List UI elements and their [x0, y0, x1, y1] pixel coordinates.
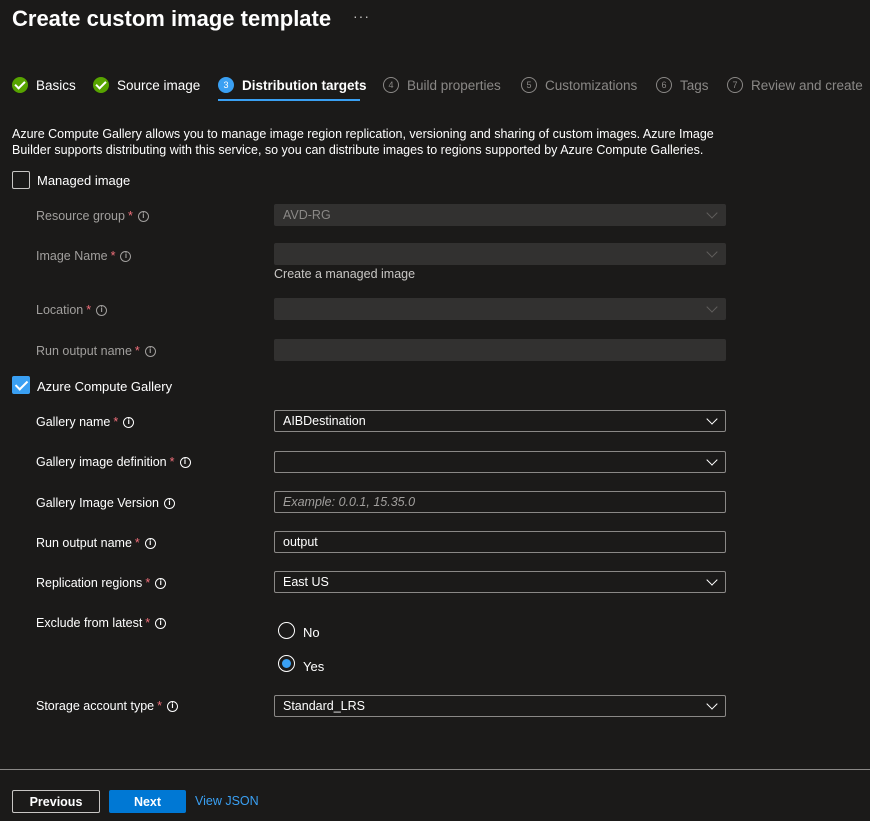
page-title: Create custom image template — [12, 6, 332, 31]
chevron-down-icon — [706, 207, 718, 219]
replication-regions-label: Replication regions * i — [36, 576, 167, 590]
exclude-no-label: No — [303, 625, 320, 640]
tab-label: Distribution targets — [242, 77, 367, 93]
checkmark-icon — [12, 77, 28, 93]
previous-button[interactable]: Previous — [12, 790, 100, 813]
step-number-icon: 3 — [218, 77, 234, 93]
managed-image-label: Managed image — [37, 173, 131, 188]
gallery-name-select[interactable]: AIBDestination — [274, 410, 726, 432]
resource-group-label: Resource group * i — [36, 209, 149, 223]
chevron-down-icon — [706, 574, 718, 586]
tab-customizations[interactable]: 5 Customizations — [521, 75, 637, 95]
info-icon[interactable]: i — [179, 456, 191, 468]
tab-review-and-create[interactable]: 7 Review and create — [727, 75, 863, 95]
tab-label: Basics — [36, 77, 76, 93]
footer-divider — [0, 769, 870, 770]
step-number-icon: 4 — [383, 77, 399, 93]
managed-image-checkbox[interactable] — [12, 171, 30, 189]
location-select — [274, 298, 726, 320]
exclude-yes-label: Yes — [303, 659, 325, 674]
chevron-down-icon — [706, 698, 718, 710]
gallery-image-version-input[interactable]: Example: 0.0.1, 15.35.0 — [274, 491, 726, 513]
info-icon[interactable]: i — [155, 577, 167, 589]
chevron-down-icon — [706, 413, 718, 425]
managed-run-output-name-input — [274, 339, 726, 361]
image-name-select — [274, 243, 726, 265]
info-icon[interactable]: i — [137, 210, 149, 222]
tab-label: Review and create — [751, 77, 863, 93]
info-icon[interactable]: i — [123, 416, 135, 428]
azure-compute-gallery-label: Azure Compute Gallery — [37, 379, 173, 394]
more-options-icon[interactable]: ··· — [353, 8, 370, 24]
info-icon[interactable]: i — [163, 497, 175, 509]
info-icon[interactable]: i — [155, 617, 167, 629]
resource-group-select: AVD-RG — [274, 204, 726, 226]
exclude-from-latest-label: Exclude from latest * i — [36, 616, 167, 630]
storage-account-type-label: Storage account type * i — [36, 699, 179, 713]
storage-account-type-select[interactable]: Standard_LRS — [274, 695, 726, 717]
next-button[interactable]: Next — [109, 790, 186, 813]
step-number-icon: 7 — [727, 77, 743, 93]
gallery-image-definition-label: Gallery image definition * i — [36, 455, 191, 469]
image-name-label: Image Name * i — [36, 249, 132, 263]
gallery-image-version-label: Gallery Image Version i — [36, 496, 175, 510]
view-json-link[interactable]: View JSON — [195, 794, 259, 808]
tab-distribution-targets[interactable]: 3 Distribution targets — [218, 75, 367, 95]
chevron-down-icon — [706, 454, 718, 466]
chevron-down-icon — [706, 301, 718, 313]
step-number-icon: 6 — [656, 77, 672, 93]
tab-label: Customizations — [545, 77, 638, 93]
tab-label: Source image — [117, 77, 201, 93]
location-label: Location * i — [36, 303, 108, 317]
gallery-image-definition-select[interactable] — [274, 451, 726, 473]
description-text: Azure Compute Gallery allows you to mana… — [12, 127, 714, 157]
info-icon[interactable]: i — [167, 700, 179, 712]
step-number-icon: 5 — [521, 77, 537, 93]
run-output-name-label: Run output name * i — [36, 536, 156, 550]
managed-run-output-name-label: Run output name * i — [36, 344, 156, 358]
info-icon[interactable]: i — [96, 304, 108, 316]
wizard-tabs: Basics Source image 3 Distribution targe… — [12, 75, 870, 101]
gallery-name-label: Gallery name * i — [36, 415, 135, 429]
exclude-no-radio[interactable] — [278, 622, 295, 639]
tab-build-properties[interactable]: 4 Build properties — [383, 75, 501, 95]
info-icon[interactable]: i — [144, 345, 156, 357]
tab-label: Build properties — [407, 77, 501, 93]
tab-source-image[interactable]: Source image — [93, 75, 200, 95]
exclude-yes-radio[interactable] — [278, 655, 295, 672]
active-tab-indicator — [218, 99, 360, 101]
tab-basics[interactable]: Basics — [12, 75, 76, 95]
tab-tags[interactable]: 6 Tags — [656, 75, 709, 95]
azure-compute-gallery-checkbox[interactable] — [12, 376, 30, 394]
replication-regions-select[interactable]: East US — [274, 571, 726, 593]
info-icon[interactable]: i — [120, 250, 132, 262]
info-icon[interactable]: i — [144, 537, 156, 549]
run-output-name-input[interactable]: output — [274, 531, 726, 553]
tab-label: Tags — [680, 77, 709, 93]
checkmark-icon — [93, 77, 109, 93]
create-managed-image-link: Create a managed image — [274, 267, 416, 281]
chevron-down-icon — [706, 246, 718, 258]
